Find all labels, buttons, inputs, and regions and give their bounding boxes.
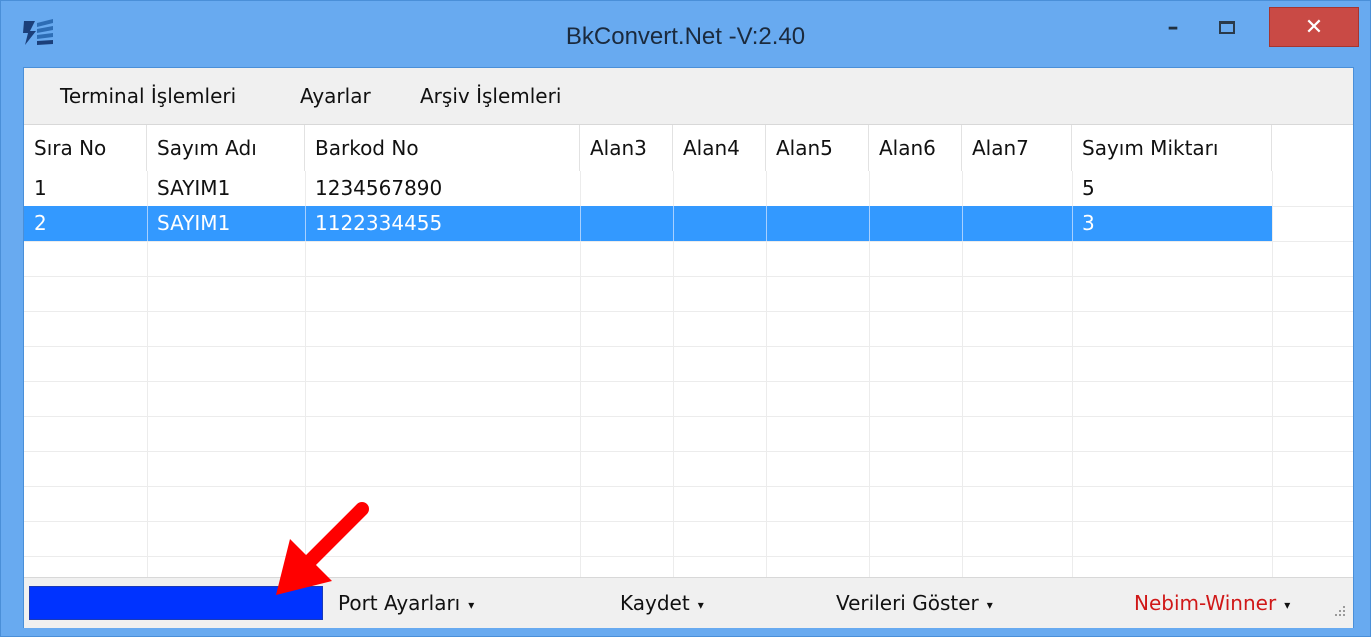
table-cell: 5 — [1082, 176, 1095, 200]
table-cell — [580, 206, 673, 241]
minimize-button[interactable]: – — [1151, 7, 1195, 47]
column-header[interactable]: Sayım Adı — [147, 125, 305, 171]
show-data-label: Verileri Göster — [836, 591, 979, 615]
menu-terminal-islemleri[interactable]: Terminal İşlemleri — [60, 84, 236, 108]
close-icon: ✕ — [1304, 14, 1324, 40]
column-header[interactable]: Alan3 — [580, 125, 673, 171]
client-area: Terminal İşlemleri Ayarlar Arşiv İşlemle… — [23, 67, 1354, 628]
table-cell — [766, 171, 869, 206]
table-cell — [962, 171, 1072, 206]
column-header[interactable]: Alan5 — [766, 125, 869, 171]
column-header[interactable]: Alan6 — [869, 125, 962, 171]
column-header[interactable]: Alan7 — [962, 125, 1072, 171]
table-cell: 1 — [34, 176, 47, 200]
maximize-button[interactable] — [1205, 7, 1249, 47]
grid-row-divider — [24, 346, 1353, 347]
minimize-icon: – — [1167, 14, 1179, 40]
table-cell: 3 — [1082, 211, 1095, 235]
grid-row-divider — [24, 521, 1353, 522]
port-settings-dropdown[interactable]: Port Ayarları ▾ — [338, 591, 474, 615]
table-row[interactable]: 2 SAYIM1 1122334455 3 — [24, 206, 1272, 241]
chevron-down-icon: ▾ — [986, 597, 993, 612]
cell-divider — [305, 206, 306, 241]
column-header[interactable]: Alan4 — [673, 125, 766, 171]
cell-divider — [580, 206, 581, 241]
close-button[interactable]: ✕ — [1269, 7, 1359, 47]
show-data-dropdown[interactable]: Verileri Göster ▾ — [836, 591, 993, 615]
grid-row-divider — [24, 556, 1353, 557]
status-bar: Port Ayarları ▾ Kaydet ▾ Verileri Göster ▾ … — [24, 577, 1353, 628]
menu-arsiv-islemleri[interactable]: Arşiv İşlemleri — [420, 84, 561, 108]
cell-divider — [673, 206, 674, 241]
table-cell: SAYIM1 — [157, 176, 231, 200]
title-bar[interactable]: BkConvert.Net -V:2.40 – ✕ — [1, 1, 1370, 67]
grid-row-divider — [24, 381, 1353, 382]
app-window: BkConvert.Net -V:2.40 – ✕ Terminal İşlem… — [0, 0, 1371, 637]
cell-divider — [147, 206, 148, 241]
grid-row-divider — [24, 451, 1353, 452]
table-cell — [869, 171, 962, 206]
progress-bar — [29, 586, 323, 620]
chevron-down-icon: ▾ — [1284, 597, 1291, 612]
nebim-winner-label: Nebim-Winner — [1134, 591, 1277, 615]
grid-row-divider — [24, 241, 1353, 242]
table-cell: 1122334455 — [315, 211, 443, 235]
table-cell: 2 — [34, 211, 47, 235]
table-cell — [673, 206, 766, 241]
table-cell: SAYIM1 — [157, 211, 231, 235]
chevron-down-icon: ▾ — [697, 597, 704, 612]
grid-row-divider — [24, 276, 1353, 277]
table-cell — [869, 206, 962, 241]
menu-bar: Terminal İşlemleri Ayarlar Arşiv İşlemle… — [24, 68, 1353, 125]
nebim-winner-dropdown[interactable]: Nebim-Winner ▾ — [1134, 591, 1290, 615]
resize-grip-icon[interactable] — [1333, 604, 1347, 618]
grid-column-divider — [1272, 171, 1273, 577]
cell-divider — [869, 206, 870, 241]
column-header[interactable]: Sıra No — [24, 125, 147, 171]
chevron-down-icon: ▾ — [468, 597, 475, 612]
data-grid[interactable]: Sıra No Sayım Adı Barkod No Alan3 Alan4 Alan5… — [24, 125, 1353, 577]
cell-divider — [766, 206, 767, 241]
column-header[interactable]: Sayım Miktarı — [1072, 125, 1272, 171]
port-settings-label: Port Ayarları — [338, 591, 461, 615]
grid-row-divider — [24, 416, 1353, 417]
column-header[interactable]: Barkod No — [305, 125, 580, 171]
cell-divider — [962, 206, 963, 241]
table-cell: 1234567890 — [315, 176, 443, 200]
menu-ayarlar[interactable]: Ayarlar — [300, 84, 371, 108]
save-label: Kaydet — [620, 591, 690, 615]
table-row[interactable]: 1 SAYIM1 1234567890 5 — [24, 171, 1272, 206]
table-cell — [962, 206, 1072, 241]
table-cell — [673, 171, 766, 206]
table-cell — [766, 206, 869, 241]
grid-row-divider — [24, 486, 1353, 487]
table-cell — [580, 171, 673, 206]
cell-divider — [1072, 206, 1073, 241]
grid-row-divider — [24, 311, 1353, 312]
save-dropdown[interactable]: Kaydet ▾ — [620, 591, 704, 615]
maximize-icon — [1219, 20, 1235, 34]
